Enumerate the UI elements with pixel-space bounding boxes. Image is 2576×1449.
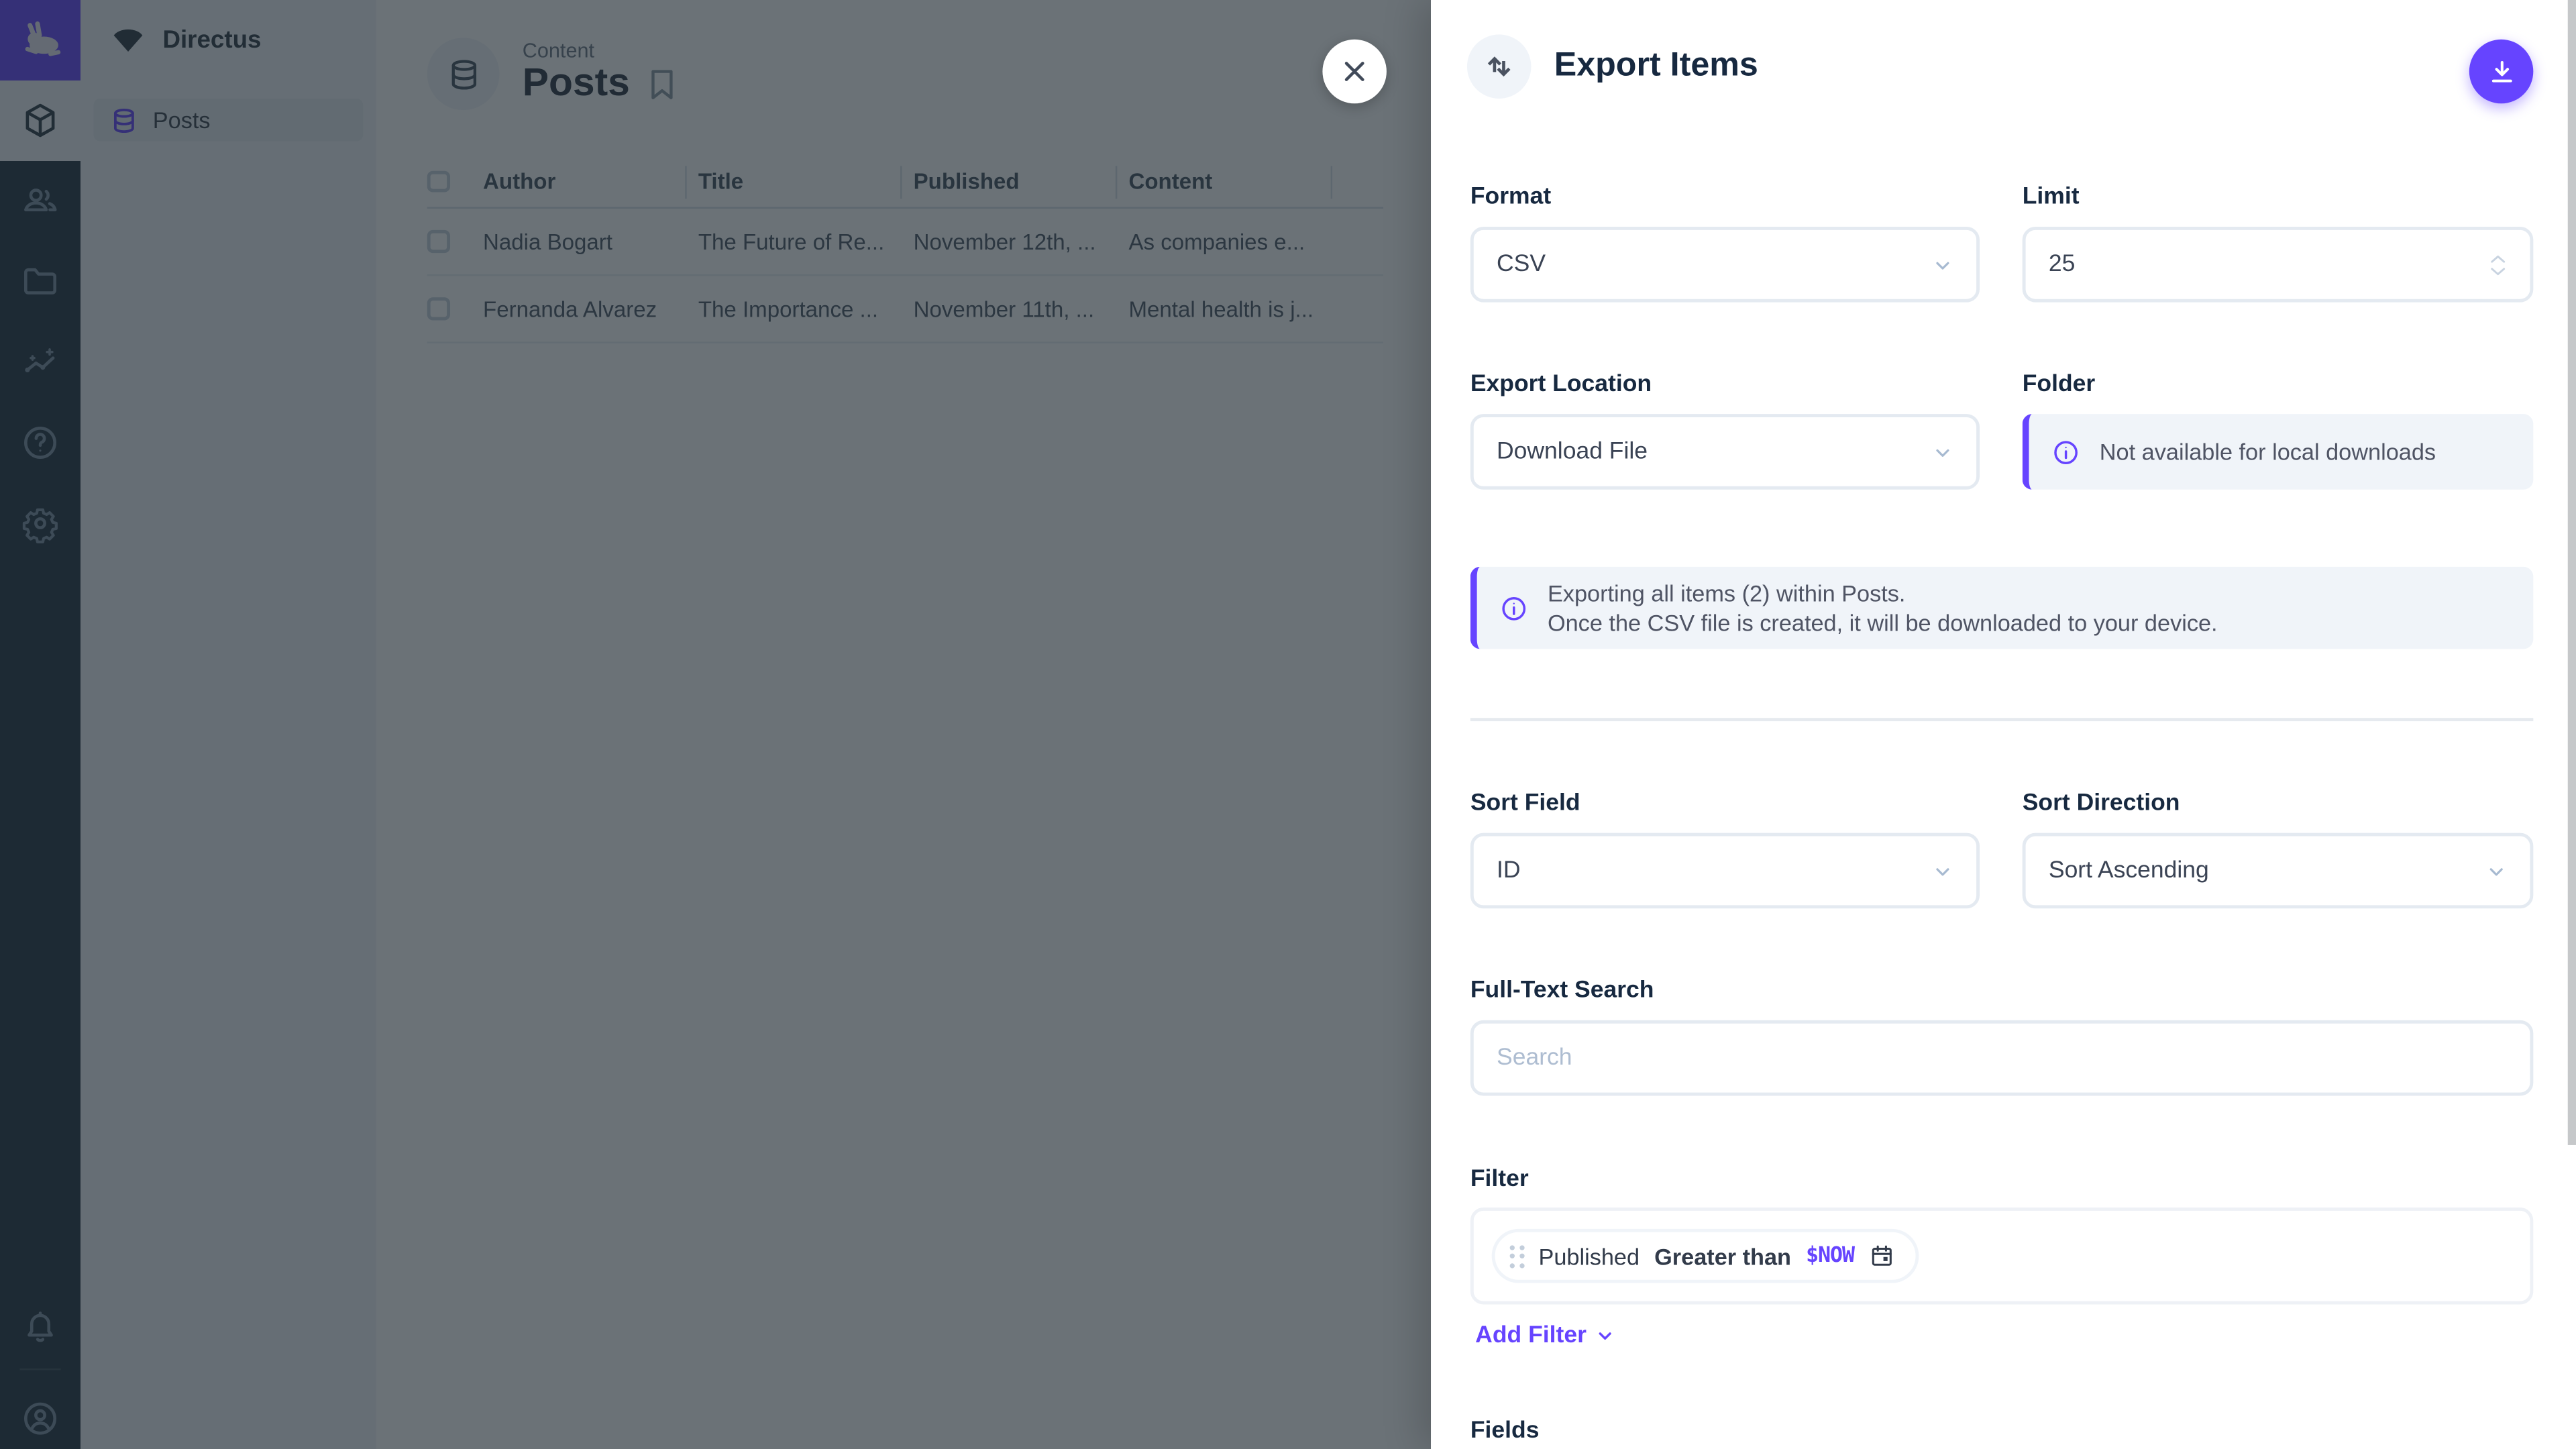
export-items-drawer: Export Items Format CSV Limit bbox=[1431, 0, 2576, 1449]
drag-handle-icon[interactable] bbox=[1510, 1244, 1524, 1267]
import-export-icon-circle bbox=[1467, 34, 1532, 98]
filter-operator[interactable]: Greater than bbox=[1654, 1243, 1791, 1269]
chevron-down-icon bbox=[1932, 860, 1953, 881]
search-input[interactable] bbox=[1497, 1045, 2507, 1071]
sort-field-label: Sort Field bbox=[1470, 790, 1980, 816]
chevron-up-icon bbox=[2489, 252, 2507, 264]
chevron-down-icon bbox=[2489, 266, 2507, 277]
chevron-down-icon bbox=[1932, 441, 1953, 463]
notice-line-2: Once the CSV file is created, it will be… bbox=[1548, 610, 2218, 636]
download-icon bbox=[2487, 56, 2516, 86]
filter-field[interactable]: Published bbox=[1538, 1243, 1640, 1269]
info-icon bbox=[1500, 594, 1528, 622]
section-divider bbox=[1470, 718, 2533, 720]
limit-label: Limit bbox=[2023, 184, 2534, 210]
close-drawer-button[interactable] bbox=[1322, 40, 1387, 104]
filter-rule-chip[interactable]: Published Greater than $NOW bbox=[1492, 1229, 1919, 1283]
import-export-icon bbox=[1483, 50, 1515, 82]
drawer-title: Export Items bbox=[1554, 46, 1758, 86]
folder-disabled-notice: Not available for local downloads bbox=[2023, 414, 2534, 490]
full-text-search-label: Full-Text Search bbox=[1470, 977, 2533, 1004]
fields-label: Fields bbox=[1470, 1417, 2533, 1444]
limit-input-wrap bbox=[2023, 227, 2534, 303]
format-select[interactable]: CSV bbox=[1470, 227, 1980, 303]
sort-direction-label: Sort Direction bbox=[2023, 790, 2534, 816]
filter-value[interactable]: $NOW bbox=[1806, 1244, 1854, 1269]
search-input-wrap bbox=[1470, 1020, 2533, 1096]
format-label: Format bbox=[1470, 184, 1980, 210]
export-info-notice: Exporting all items (2) within Posts. On… bbox=[1470, 567, 2533, 649]
number-stepper[interactable] bbox=[2489, 252, 2507, 277]
format-value: CSV bbox=[1497, 252, 1546, 278]
add-filter-label: Add Filter bbox=[1475, 1322, 1587, 1348]
info-icon bbox=[2052, 438, 2080, 466]
limit-input[interactable] bbox=[2049, 252, 2489, 278]
chevron-down-icon bbox=[2485, 860, 2507, 881]
sort-direction-value: Sort Ascending bbox=[2049, 857, 2209, 883]
drawer-scrollbar[interactable] bbox=[2568, 0, 2576, 1145]
export-download-button[interactable] bbox=[2469, 40, 2534, 104]
sort-direction-select[interactable]: Sort Ascending bbox=[2023, 833, 2534, 909]
folder-label: Folder bbox=[2023, 371, 2534, 397]
chevron-down-icon bbox=[1595, 1326, 1614, 1345]
filter-label: Filter bbox=[1470, 1167, 2533, 1193]
sort-field-select[interactable]: ID bbox=[1470, 833, 1980, 909]
drawer-header: Export Items bbox=[1431, 0, 2576, 131]
sort-field-value: ID bbox=[1497, 857, 1521, 883]
add-filter-button[interactable]: Add Filter bbox=[1475, 1322, 2533, 1348]
close-icon bbox=[1340, 58, 1368, 86]
export-location-select[interactable]: Download File bbox=[1470, 414, 1980, 490]
filter-container: Published Greater than $NOW bbox=[1470, 1208, 2533, 1304]
export-location-value: Download File bbox=[1497, 439, 1648, 465]
folder-notice-text: Not available for local downloads bbox=[2100, 437, 2436, 466]
app-window: Directus Posts Content Posts bbox=[0, 0, 2576, 1449]
chevron-down-icon bbox=[1932, 254, 1953, 275]
calendar-icon[interactable] bbox=[1869, 1244, 1894, 1269]
notice-line-1: Exporting all items (2) within Posts. bbox=[1548, 580, 1906, 606]
drawer-overlay[interactable] bbox=[0, 0, 1431, 1449]
export-location-label: Export Location bbox=[1470, 371, 1980, 397]
